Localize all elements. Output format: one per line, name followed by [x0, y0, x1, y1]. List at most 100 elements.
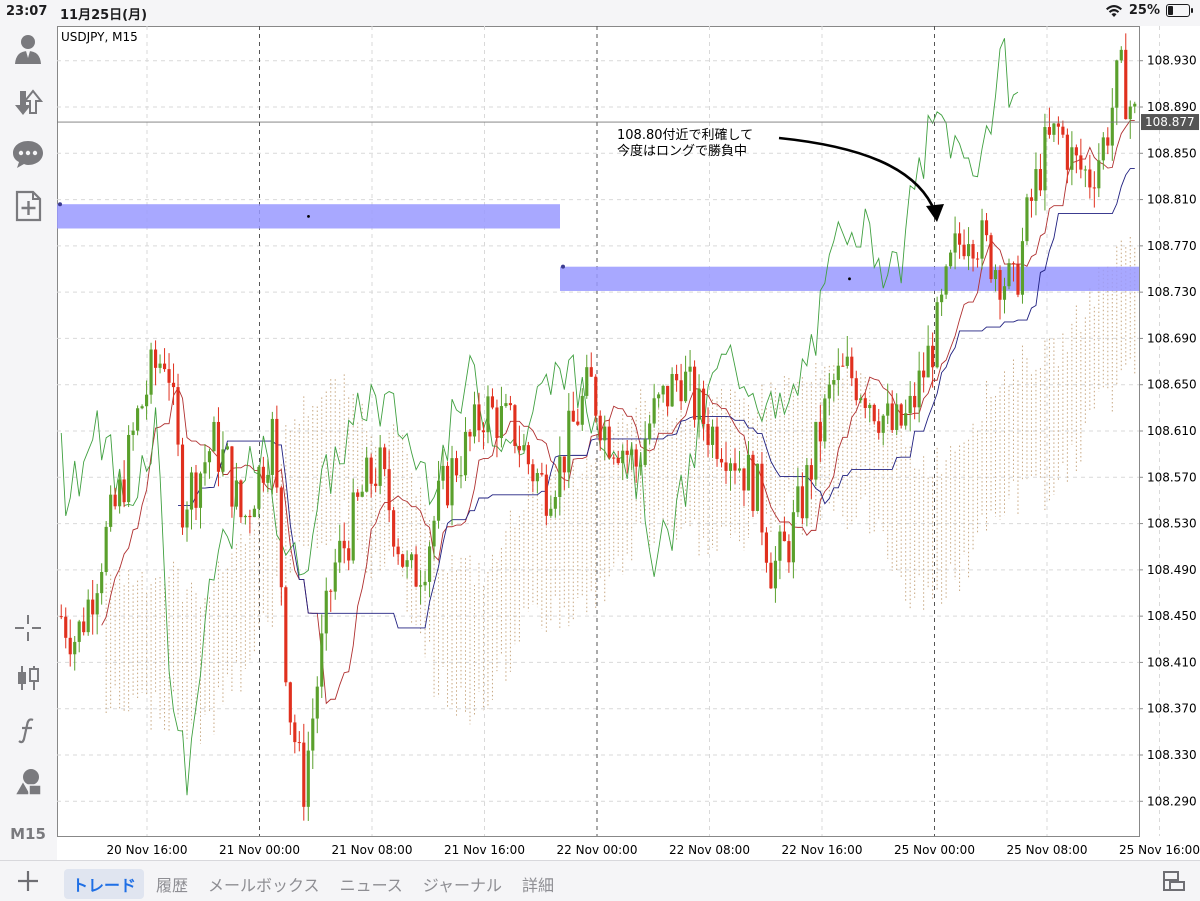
- chat-icon[interactable]: [8, 134, 48, 174]
- bull-candle: [710, 426, 715, 445]
- chart-area[interactable]: 108.930 108.890 108.850 108.810 108.770 108.7…: [57, 26, 1200, 860]
- wifi-icon: [1105, 4, 1122, 17]
- bull-candle: [320, 633, 324, 687]
- bear-candle: [113, 494, 117, 507]
- bull-candle: [746, 454, 751, 491]
- left-toolbar: M15: [0, 24, 56, 860]
- bull-candle: [234, 480, 238, 507]
- tabs-row: トレード 履歴 メールボックス ニュース ジャーナル 詳細: [64, 869, 566, 899]
- bull-candle: [1128, 106, 1132, 120]
- bear-candle: [666, 385, 670, 407]
- bear-candle: [68, 637, 72, 655]
- bull-candle: [338, 540, 342, 563]
- price-tick-label: 108.450: [1147, 609, 1197, 623]
- bull-candle: [410, 554, 414, 561]
- bear-candle: [962, 244, 966, 257]
- bull-candle: [688, 366, 692, 372]
- time-tick-label: 21 Nov 08:00: [332, 843, 413, 857]
- bull-candle: [823, 398, 827, 442]
- crosshair-icon[interactable]: [8, 608, 48, 648]
- tab-news[interactable]: ニュース: [332, 869, 411, 899]
- chart-type-icon[interactable]: [8, 658, 48, 698]
- bear-candle: [971, 244, 975, 259]
- bull-candle: [944, 266, 948, 295]
- bear-candle: [764, 532, 769, 563]
- bull-candle: [432, 520, 436, 547]
- bull-candle: [661, 385, 665, 395]
- bear-candle: [612, 457, 616, 459]
- add-plus-icon[interactable]: [14, 869, 42, 893]
- tab-journal[interactable]: ジャーナル: [415, 869, 510, 899]
- bull-candle: [1020, 241, 1025, 295]
- indicator-lines: [60, 38, 1135, 796]
- bear-candle: [468, 431, 472, 437]
- objects-icon[interactable]: [8, 762, 48, 802]
- bull-candle: [908, 395, 912, 414]
- trade-arrows-icon[interactable]: [8, 82, 48, 122]
- bull-candle: [639, 464, 643, 467]
- bull-candle: [140, 406, 144, 409]
- zone-handle: [58, 202, 62, 207]
- tab-trade[interactable]: トレード: [64, 869, 145, 899]
- status-date: 11月25日(月): [60, 8, 148, 23]
- bull-candle: [131, 430, 135, 435]
- bull-candle: [212, 421, 216, 452]
- bull-candle: [109, 494, 113, 527]
- bull-candle: [643, 439, 647, 465]
- tab-mailbox[interactable]: メールボックス: [200, 869, 328, 899]
- bear-candle: [769, 562, 773, 589]
- bear-candle: [751, 454, 755, 511]
- bull-candle: [553, 496, 557, 509]
- bull-candle: [755, 463, 760, 511]
- bear-candle: [392, 510, 396, 547]
- bear-candle: [481, 430, 486, 433]
- bear-candle: [162, 363, 167, 370]
- bull-candle: [472, 404, 477, 437]
- price-tick-label: 108.690: [1147, 331, 1197, 345]
- timeframe-button[interactable]: M15: [8, 814, 48, 854]
- account-icon[interactable]: [8, 28, 48, 68]
- bull-candle: [419, 585, 423, 587]
- bear-candle: [82, 621, 86, 633]
- bear-candle: [122, 479, 126, 503]
- bear-candle: [890, 403, 894, 430]
- bull-candle: [670, 373, 674, 407]
- bear-candle: [194, 472, 198, 508]
- price-tick-label: 108.890: [1147, 100, 1197, 114]
- bull-candle: [567, 410, 571, 473]
- bull-candle: [935, 302, 939, 368]
- price-tick-label: 108.530: [1147, 517, 1197, 531]
- bull-candle: [149, 349, 153, 395]
- tab-history[interactable]: 履歴: [148, 869, 196, 899]
- bear-candle: [607, 426, 611, 458]
- bear-candle: [302, 742, 306, 807]
- time-tick-label: 21 Nov 00:00: [219, 843, 300, 857]
- bull-candle: [77, 621, 81, 642]
- bear-candle: [782, 531, 786, 542]
- bear-candle: [576, 421, 580, 425]
- tab-details[interactable]: 詳細: [514, 869, 562, 899]
- bull-candle: [917, 370, 921, 408]
- bull-candle: [270, 418, 274, 475]
- bear-candle: [742, 468, 746, 491]
- bull-candle: [558, 456, 562, 497]
- indicators-icon[interactable]: [8, 710, 48, 750]
- bear-candle: [975, 258, 980, 260]
- bear-candle: [1038, 169, 1043, 191]
- bear-candle: [369, 457, 373, 484]
- new-order-icon[interactable]: [8, 186, 48, 226]
- bull-candle: [333, 562, 337, 592]
- status-bar: 23:07 11月25日(月) 25%: [0, 0, 1200, 24]
- bull-candle: [145, 394, 149, 407]
- bull-candle: [1070, 147, 1074, 170]
- bull-candle: [980, 220, 984, 259]
- time-tick-label: 22 Nov 16:00: [782, 843, 863, 857]
- bull-candle: [118, 479, 122, 507]
- annotation-line-1: 108.80付近で利確して: [617, 128, 754, 143]
- bull-candle: [441, 465, 445, 481]
- bear-candle: [356, 492, 360, 497]
- bear-candle: [1079, 155, 1083, 170]
- bear-candle: [800, 486, 804, 519]
- layout-icon[interactable]: [1160, 869, 1188, 893]
- bear-candle: [347, 548, 351, 561]
